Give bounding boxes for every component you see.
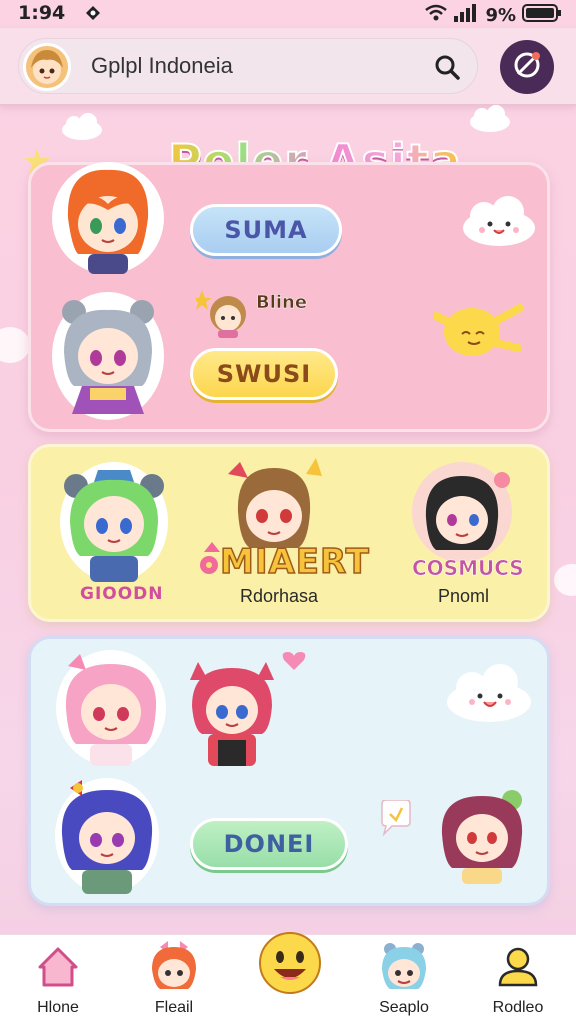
nav-label: Seaplo (379, 999, 429, 1016)
sun-face-icon (434, 304, 524, 356)
nav-label: Rodleo (492, 999, 544, 1016)
character-button[interactable]: SWUSI (190, 348, 338, 400)
battery-percent: 9% (485, 4, 516, 26)
nav-center[interactable] (240, 932, 340, 1024)
search-icon[interactable] (433, 53, 461, 85)
cloud-icon (0, 327, 30, 363)
signal-icon (453, 4, 479, 26)
character-name: Bline (256, 292, 308, 314)
character-avatar[interactable] (48, 158, 168, 278)
notification-icon (84, 4, 102, 26)
character-avatar[interactable] (432, 784, 532, 884)
cloud-icon (62, 113, 102, 140)
character-button[interactable]: DONEI (190, 818, 348, 870)
user-avatar[interactable] (23, 43, 71, 91)
character-avatar[interactable] (184, 650, 280, 768)
search-input[interactable]: Gplpl Indoneia (91, 53, 233, 79)
home-icon (38, 947, 78, 987)
character-avatar[interactable] (52, 646, 170, 770)
share-icon (509, 47, 545, 87)
heart-icon (282, 652, 306, 670)
app-header: Gplpl Indoneia (0, 28, 576, 106)
status-bar: 1:94 9% (0, 0, 576, 28)
featured-title: MIAERT (219, 541, 370, 583)
nav-feed[interactable]: Fleail (124, 935, 224, 1024)
battery-icon (522, 3, 562, 27)
user-icon (498, 947, 538, 987)
chat-bubble-icon (381, 800, 411, 836)
wifi-icon (425, 4, 448, 26)
flower-icon (200, 556, 218, 574)
search-bar[interactable]: Gplpl Indoneia (18, 38, 478, 94)
character-avatar[interactable] (52, 774, 162, 898)
status-time: 1:94 (18, 2, 66, 24)
share-button[interactable] (500, 40, 554, 94)
character-name: GIOODN (80, 584, 164, 604)
smiley-icon (259, 932, 321, 994)
nav-home[interactable]: Hlone (8, 935, 108, 1024)
featured-title: COSMUCS (412, 556, 524, 581)
nav-label: Fleail (154, 999, 194, 1016)
nav-search[interactable]: Seaplo (354, 935, 454, 1024)
character-name: Rdorhasa (240, 586, 319, 606)
cloud-icon (470, 105, 510, 132)
character-avatar[interactable] (56, 456, 172, 586)
cloud-icon (554, 564, 576, 596)
character-button[interactable]: SUMA (190, 204, 342, 256)
cloud-face-icon (463, 196, 535, 246)
cloud-face-icon (447, 664, 531, 722)
nav-profile[interactable]: Rodleo (468, 935, 568, 1024)
nav-label: Hlone (37, 999, 79, 1016)
character-face-icon (152, 941, 196, 989)
character-avatar[interactable] (404, 462, 520, 562)
character-face-icon (382, 943, 426, 989)
character-avatar[interactable] (50, 290, 166, 424)
character-avatar[interactable] (198, 452, 348, 552)
character-mini-icon (196, 290, 246, 338)
bottom-navigation: Hlone Fleail Seaplo Rodleo (0, 932, 576, 1024)
character-name: Pnoml (438, 586, 490, 606)
